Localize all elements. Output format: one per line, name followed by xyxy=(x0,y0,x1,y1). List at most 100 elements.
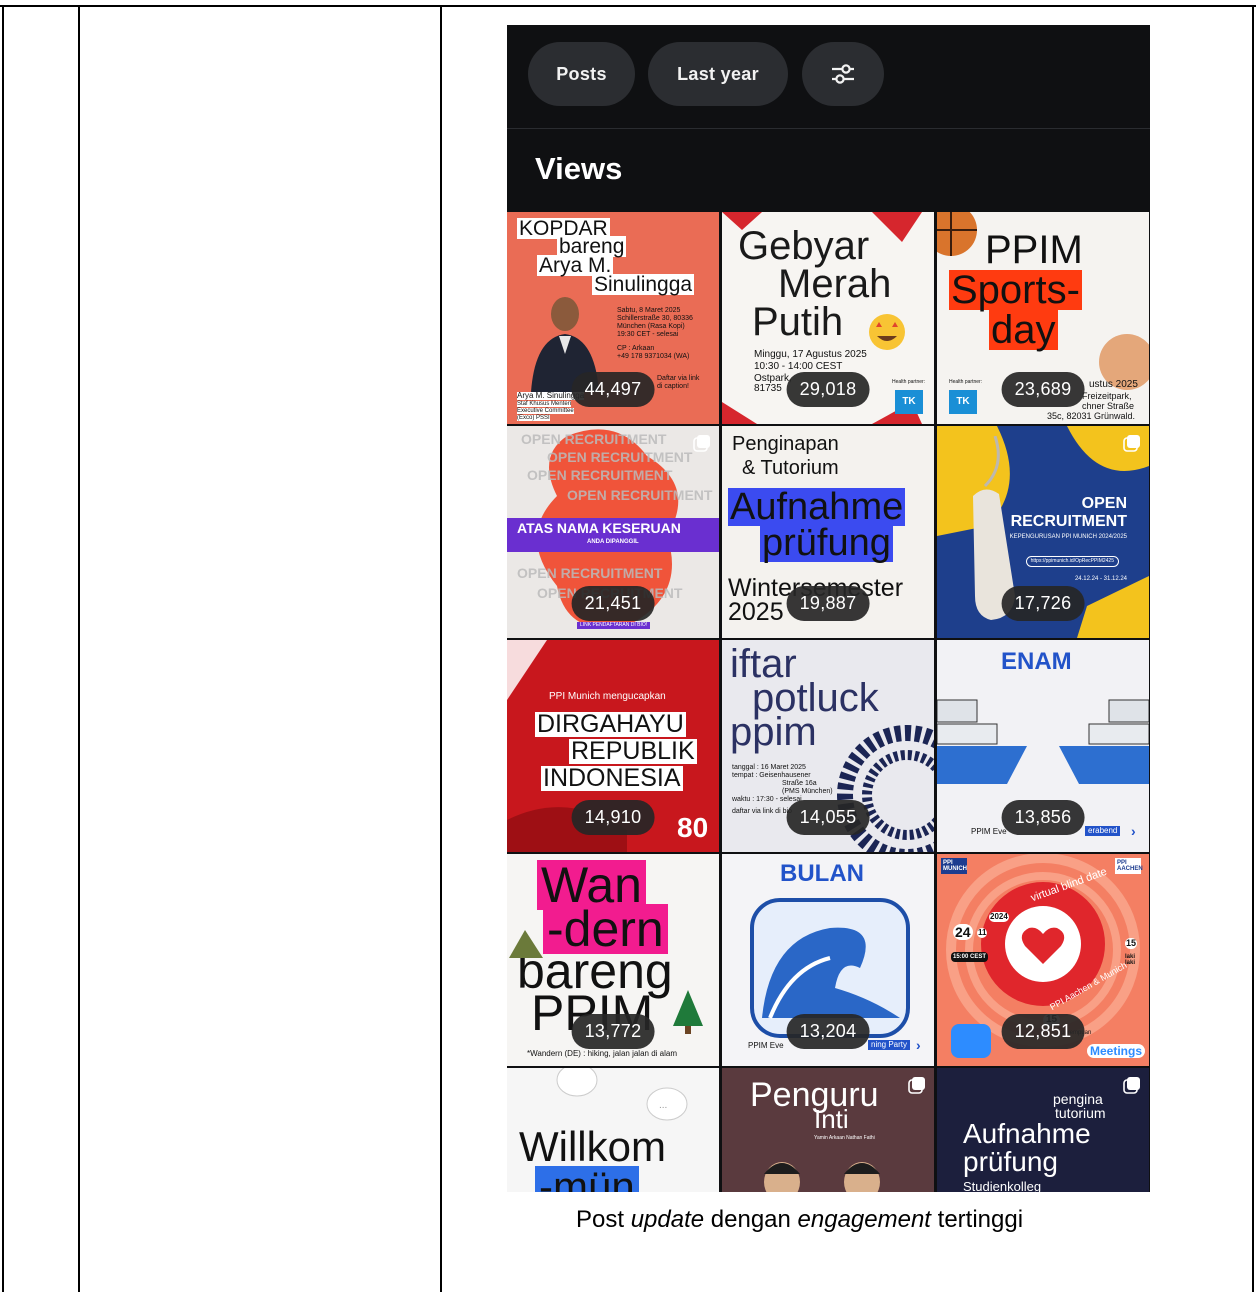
post-12-line8: laki laki xyxy=(1125,954,1136,966)
post-2-line3: Putih xyxy=(752,300,844,344)
post-3-detail1: ustus 2025 xyxy=(1089,379,1138,390)
post-tile-4[interactable]: OPEN RECRUITMENT OPEN RECRUITMENT OPEN R… xyxy=(507,426,719,638)
post-8-detail5: waktu : 17:30 - selesai xyxy=(732,796,802,803)
post-12-views-badge: 12,851 xyxy=(1001,1014,1085,1049)
ship-icon xyxy=(1059,699,1149,784)
caption-part2: update xyxy=(630,1206,705,1233)
post-tile-1[interactable]: KOPDAR bareng Arya M. Sinulingga Sabtu, … xyxy=(507,212,719,424)
post-2-sponsor-logo: TK xyxy=(895,390,923,414)
post-6-line2: RECRUITMENT xyxy=(1010,513,1127,530)
post-3-views-badge: 23,689 xyxy=(1001,372,1085,407)
post-4-line1-e: OPEN RECRUITMENT xyxy=(517,565,663,581)
star-eyes-emoji-icon xyxy=(869,314,905,350)
post-tile-8[interactable]: iftar potluck ppim tanggal : 16 Maret 20… xyxy=(722,640,934,852)
post-14-line3: Yamin Arkaan Nathan Fathi xyxy=(814,1135,875,1141)
people-photo xyxy=(764,1162,880,1192)
chevron-right-icon: › xyxy=(916,1037,921,1053)
post-7-line5: 80 xyxy=(677,812,709,843)
post-3-line3: day xyxy=(989,308,1058,352)
post-7-views-badge: 14,910 xyxy=(571,800,655,835)
post-4-footer: LINK PENDAFTARAN DI BIO! xyxy=(577,622,651,629)
post-5-line1: Penginapan xyxy=(732,433,839,455)
post-tile-15[interactable]: pengina tutorium Aufnahme prüfung Studie… xyxy=(937,1068,1149,1192)
basketball-icon xyxy=(937,212,977,256)
post-5-line2: & Tutorium xyxy=(742,457,839,479)
table-top-border xyxy=(0,5,1256,7)
post-12-line3: 24 xyxy=(953,924,973,940)
post-1-detail8: di caption! xyxy=(657,383,689,390)
post-1-views-badge: 44,497 xyxy=(571,372,655,407)
post-2-detail1: Minggu, 17 Agustus 2025 xyxy=(754,349,867,360)
post-2-detail2: 10:30 - 14:00 CEST xyxy=(754,361,843,372)
post-1-caption4: (Exco) PSSI xyxy=(517,415,550,421)
post-6-line3: KEPENGURUSAN PPI MUNICH 2024/2025 xyxy=(1009,534,1127,540)
post-tile-12[interactable]: virtual blind date PPI Aachen & Munich 2… xyxy=(937,854,1149,1066)
post-8-detail1: tanggal : 16 Maret 2025 xyxy=(732,764,806,771)
post-1-detail5: CP : Arkaan xyxy=(617,345,655,352)
speech-bubble-icon: ... xyxy=(646,1087,688,1121)
views-heading: Views xyxy=(535,151,623,186)
carousel-icon xyxy=(908,1077,925,1094)
post-12-logo2: PPI AACHEN xyxy=(1115,858,1143,874)
post-tile-11[interactable]: BULAN PPIM Eve ning Party › 13,204 xyxy=(722,854,934,1066)
post-1-caption3: Executive Committee xyxy=(517,408,574,414)
post-9-line1: ENAM xyxy=(1001,648,1072,675)
figure-caption: Post update dengan engagement tertinggi xyxy=(576,1206,1023,1234)
caption-part3: dengan xyxy=(704,1206,798,1233)
post-4-views-badge: 21,451 xyxy=(571,586,655,621)
post-3-sponsor-logo: TK xyxy=(949,390,977,414)
post-tile-14[interactable]: Penguru Inti Yamin Arkaan Nathan Fathi xyxy=(722,1068,934,1192)
mountain-icon xyxy=(509,930,543,958)
post-12-logo1: PPI MUNICH xyxy=(941,858,967,874)
post-8-detail4: (PMS München) xyxy=(782,788,833,795)
post-5-views-badge: 19,887 xyxy=(786,586,870,621)
caption-part5: tertinggi xyxy=(930,1206,1024,1233)
post-tile-3[interactable]: PPIM Sports- day Health partner: TK ustu… xyxy=(937,212,1149,424)
post-8-views-badge: 14,055 xyxy=(786,800,870,835)
table-border-left xyxy=(2,5,4,1292)
post-9-footer2: erabend xyxy=(1085,826,1121,836)
post-8-detail2: tempat : Geisenhausener xyxy=(732,772,811,779)
post-1-caption2: Staf Khusus Menteri xyxy=(517,401,572,407)
post-4-line1-a: OPEN RECRUITMENT xyxy=(521,431,667,447)
post-1-detail7: Daftar via link xyxy=(657,375,700,382)
post-6-line4: https://ppimunich.id/OpRecPPIM2425 xyxy=(1025,556,1119,567)
post-14-line2: Inti xyxy=(814,1104,849,1134)
post-tile-10[interactable]: Wan -dern bareng PPIM *Wandern (DE) : hi… xyxy=(507,854,719,1066)
filter-settings-button[interactable] xyxy=(802,42,884,106)
post-1-detail6: +49 178 9371034 (WA) xyxy=(617,353,690,360)
speech-bubble-icon xyxy=(556,1068,598,1097)
post-9-footer1: PPIM Eve xyxy=(971,827,1007,836)
post-2-sponsor-label: Health partner: xyxy=(892,379,926,385)
post-15-line1: pengina xyxy=(1053,1091,1103,1107)
post-10-views-badge: 13,772 xyxy=(571,1014,655,1049)
post-15-line4: prüfung xyxy=(963,1146,1058,1177)
post-15-line5: Studienkolleg xyxy=(963,1179,1042,1192)
post-2-views-badge: 29,018 xyxy=(786,372,870,407)
table-column-divider-2 xyxy=(440,5,442,1292)
post-tile-13[interactable]: ... Willkom -mün xyxy=(507,1068,719,1192)
post-7-line4: INDONESIA xyxy=(541,764,683,792)
post-1-detail2: Schillerstraße 30, 80336 xyxy=(617,315,693,322)
post-tile-6[interactable]: OPEN RECRUITMENT KEPENGURUSAN PPI MUNICH… xyxy=(937,426,1149,638)
post-11-footer2: ning Party xyxy=(868,1040,911,1050)
post-tile-7[interactable]: PPI Munich mengucapkan DIRGAHAYU REPUBLI… xyxy=(507,640,719,852)
post-8-detail6: daftar via link di bio xyxy=(732,808,792,815)
post-tile-5[interactable]: Penginapan & Tutorium Aufnahme prüfung W… xyxy=(722,426,934,638)
post-11-line1: BULAN xyxy=(780,860,864,887)
post-tile-9[interactable]: ENAM PPIM Eve erabend › 13,856 xyxy=(937,640,1149,852)
post-1-line4: Sinulingga xyxy=(592,273,695,296)
post-8-line3: ppim xyxy=(730,710,817,754)
post-11-views-badge: 13,204 xyxy=(786,1014,870,1049)
carousel-icon xyxy=(693,435,710,452)
filter-bar: Posts Last year xyxy=(507,25,1150,154)
posts-filter-chip[interactable]: Posts xyxy=(528,42,635,106)
post-13-line2: -mün xyxy=(535,1166,639,1192)
period-filter-chip[interactable]: Last year xyxy=(648,42,788,106)
caption-part4: engagement xyxy=(797,1206,931,1233)
post-5-line3: Aufnahme xyxy=(728,486,906,528)
ship-icon xyxy=(937,699,1027,784)
caption-part1: Post xyxy=(576,1206,631,1233)
post-tile-2[interactable]: Gebyar Merah Putih Minggu, 17 Agustus 20… xyxy=(722,212,934,424)
table-column-divider-1 xyxy=(78,5,80,1292)
